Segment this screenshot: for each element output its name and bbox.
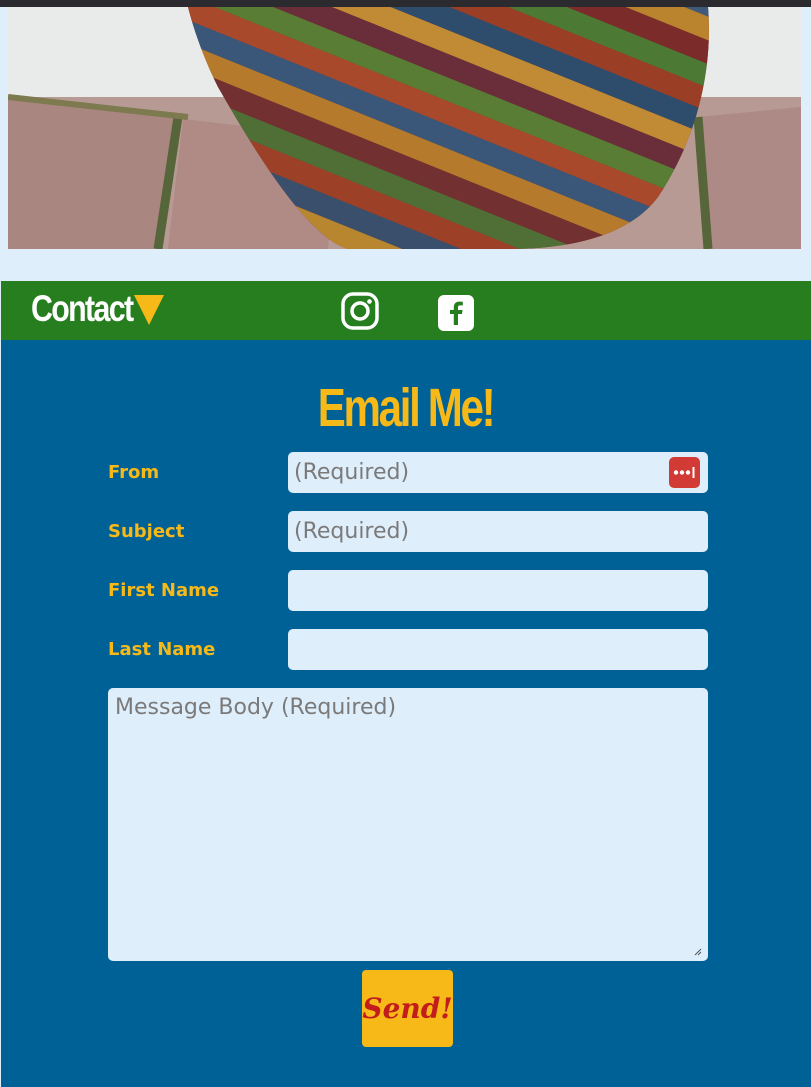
subject-label: Subject [108, 521, 185, 542]
last-name-label: Last Name [108, 639, 216, 660]
last-name-field[interactable] [288, 629, 708, 670]
hero-image-knitted-hat [8, 7, 801, 249]
message-placeholder: Message Body (Required) [115, 695, 397, 720]
from-placeholder: (Required) [294, 460, 410, 485]
send-button[interactable]: Send! [362, 970, 453, 1047]
from-field[interactable]: (Required) [288, 452, 708, 493]
subject-field[interactable]: (Required) [288, 511, 708, 552]
facebook-icon[interactable] [438, 295, 474, 331]
nav-bar: Contact [1, 281, 811, 340]
message-body-textarea[interactable]: Message Body (Required) [108, 688, 708, 961]
instagram-icon[interactable] [341, 292, 379, 330]
caret-down-icon[interactable] [134, 295, 164, 325]
contact-section: Email Me! From (Required) Subject (Requi… [1, 340, 811, 1087]
subject-placeholder: (Required) [294, 519, 410, 544]
first-name-label: First Name [108, 580, 220, 601]
password-manager-icon[interactable] [669, 457, 700, 488]
form-heading: Email Me! [318, 378, 496, 438]
first-name-field[interactable] [288, 570, 708, 611]
resize-grip-icon[interactable] [694, 948, 702, 956]
contact-menu-title[interactable]: Contact [31, 287, 134, 331]
browser-top-bar [0, 0, 811, 7]
from-label: From [108, 462, 160, 483]
